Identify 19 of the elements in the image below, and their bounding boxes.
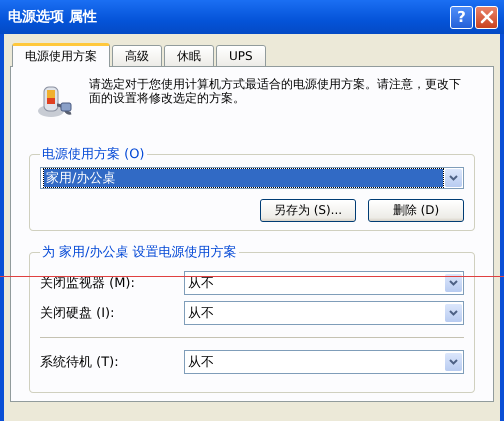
- dialog-button[interactable]: 删除 (D): [368, 199, 464, 222]
- tab[interactable]: 电源使用方案: [12, 43, 110, 67]
- close-button[interactable]: [475, 6, 498, 28]
- setting-dropdown[interactable]: 从不: [184, 301, 464, 325]
- description-text: 请选定对于您使用计算机方式最适合的电源使用方案。请注意，更改下面的设置将修改选定的方案。: [89, 77, 462, 105]
- scheme-dropdown[interactable]: 家用/办公桌: [40, 167, 464, 189]
- tab[interactable]: 休眠: [164, 45, 214, 66]
- setting-label: 关闭硬盘 (I):: [40, 305, 116, 322]
- close-icon: [480, 10, 494, 24]
- group-title: 电源使用方案 (O): [41, 146, 146, 163]
- tab[interactable]: UPS: [216, 45, 266, 66]
- dialog-button[interactable]: 另存为 (S)...: [260, 199, 356, 222]
- group-title: 为 家用/办公桌 设置电源使用方案: [41, 244, 238, 261]
- setting-dropdown[interactable]: 从不: [184, 350, 464, 374]
- tab[interactable]: 高级: [112, 45, 162, 66]
- setting-dropdown[interactable]: 从不: [184, 271, 464, 295]
- window-title: 电源选项 属性: [8, 8, 98, 26]
- setting-label: 系统待机 (T):: [40, 354, 120, 371]
- help-button[interactable]: ?: [450, 6, 473, 28]
